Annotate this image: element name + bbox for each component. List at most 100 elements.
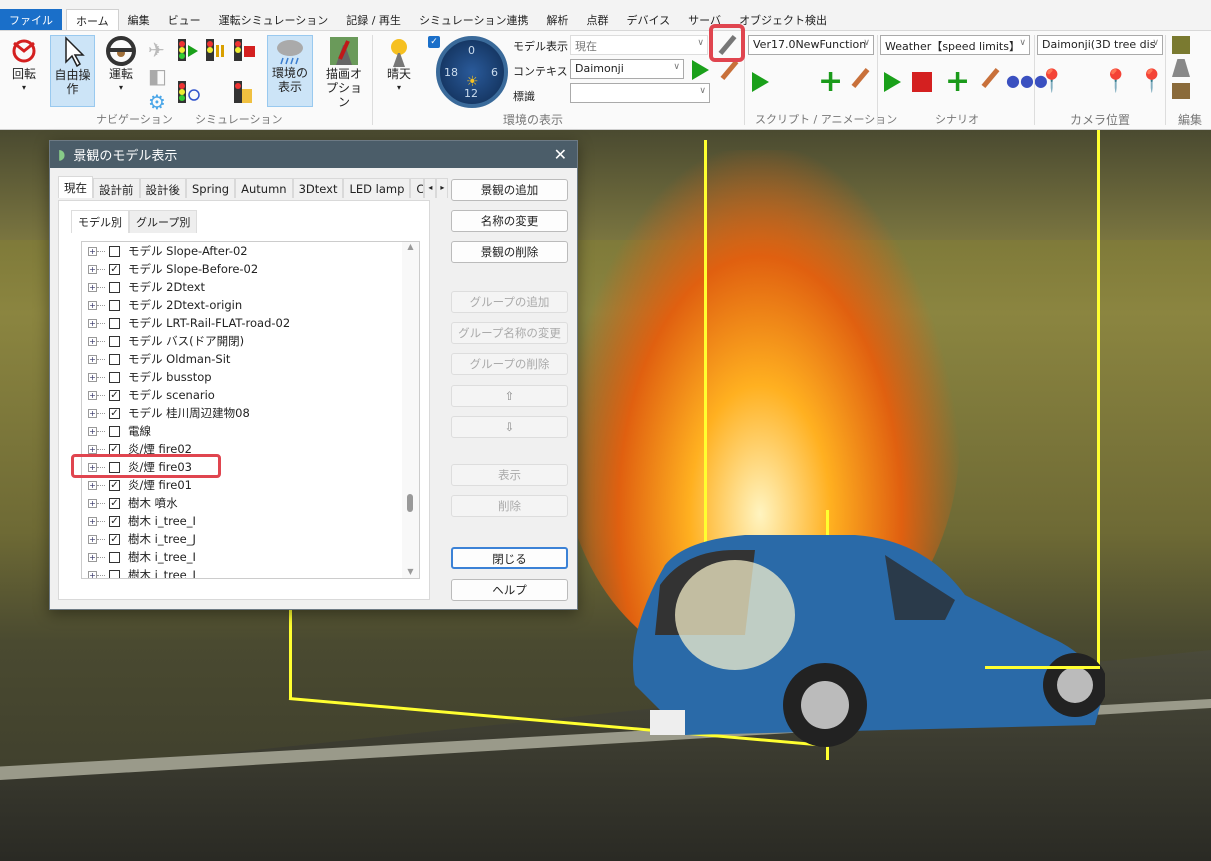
script-add-icon[interactable]: + <box>818 67 843 97</box>
script-select[interactable]: Ver17.0NewFunction ∨ <box>748 35 874 55</box>
edit-terrain-icon[interactable] <box>1172 36 1190 54</box>
visibility-checkbox[interactable] <box>109 353 120 365</box>
expand-icon[interactable]: + <box>88 336 97 346</box>
visibility-checkbox[interactable]: ✓ <box>109 263 120 275</box>
camera-select[interactable]: Daimonji(3D tree dis ∨ <box>1037 35 1163 55</box>
tab-sim-link[interactable]: シミュレーション連携 <box>410 9 538 30</box>
tab-view[interactable]: ビュー <box>159 9 210 30</box>
expand-icon[interactable]: + <box>88 372 97 382</box>
context-select[interactable]: Daimonji ∨ <box>570 59 684 79</box>
tab-current[interactable]: 現在 <box>58 176 93 198</box>
visibility-checkbox[interactable] <box>109 317 120 329</box>
tab-3dtext[interactable]: 3Dtext <box>292 178 344 198</box>
model-display-select[interactable]: 現在 ∨ <box>570 35 708 55</box>
tab-drive-sim[interactable]: 運転シミュレーション <box>210 9 338 30</box>
traffic-light-icons[interactable] <box>178 37 268 107</box>
tree-item[interactable]: + ✓ 炎/煙 fire01 <box>82 476 419 494</box>
sim-small-icons[interactable]: ✈ ◧ ⚙ <box>148 37 167 115</box>
tree-item[interactable]: + 樹木 i_tree_I <box>82 548 419 566</box>
time-clock[interactable]: 0 6 12 18 ☀ <box>436 36 508 108</box>
tree-item[interactable]: + モデル Oldman-Sit <box>82 350 419 368</box>
visibility-checkbox[interactable]: ✓ <box>109 389 120 401</box>
camera-edit-icon[interactable]: 📍 <box>1138 69 1165 94</box>
weather-button[interactable]: 晴天 ▾ <box>378 35 420 107</box>
subtab-by-group[interactable]: グループ別 <box>129 210 198 233</box>
tree-item[interactable]: + モデル busstop <box>82 368 419 386</box>
visibility-checkbox[interactable] <box>109 281 120 293</box>
add-group-button[interactable]: グループの追加 <box>451 291 568 313</box>
tab-scroll-right-icon[interactable]: ▸ <box>436 178 449 198</box>
tab-autumn[interactable]: Autumn <box>235 178 293 198</box>
visibility-checkbox[interactable]: ✓ <box>109 497 120 509</box>
add-scene-button[interactable]: 景観の追加 <box>451 179 568 201</box>
delete-group-button[interactable]: グループの削除 <box>451 353 568 375</box>
expand-icon[interactable]: + <box>88 534 97 544</box>
scenario-select[interactable]: Weather【speed limits】 ∨ <box>880 35 1030 55</box>
visibility-checkbox[interactable] <box>109 425 120 437</box>
car-model[interactable] <box>625 525 1105 755</box>
tab-after-design[interactable]: 設計後 <box>139 178 186 198</box>
tree-item[interactable]: + ✓ モデル Slope-Before-02 <box>82 260 419 278</box>
visibility-checkbox[interactable]: ✓ <box>109 407 120 419</box>
rename-button[interactable]: 名称の変更 <box>451 210 568 232</box>
visibility-checkbox[interactable]: ✓ <box>109 533 120 545</box>
free-operation-button[interactable]: 自由操作 <box>50 35 95 107</box>
help-button[interactable]: ヘルプ <box>451 579 568 601</box>
move-up-button[interactable]: ⇧ <box>451 385 568 407</box>
rotate-button[interactable]: 回転 ▾ <box>6 35 42 105</box>
expand-icon[interactable]: + <box>88 444 97 454</box>
expand-icon[interactable]: + <box>88 480 97 490</box>
camera-save-icon[interactable]: 📍 <box>1038 69 1065 94</box>
tree-item[interactable]: + ✓ モデル scenario <box>82 386 419 404</box>
tab-led-lamp[interactable]: LED lamp <box>343 178 411 198</box>
close-icon[interactable]: ✕ <box>554 145 567 164</box>
tab-analysis[interactable]: 解析 <box>538 9 578 30</box>
expand-icon[interactable]: + <box>88 408 97 418</box>
expand-icon[interactable]: + <box>88 246 97 256</box>
tree-item[interactable]: + モデル 2Dtext <box>82 278 419 296</box>
tree-item[interactable]: + ✓ 樹木 i_tree_J <box>82 530 419 548</box>
expand-icon[interactable]: + <box>88 318 97 328</box>
context-play-icon[interactable] <box>692 60 709 80</box>
visibility-checkbox[interactable]: ✓ <box>109 515 120 527</box>
tree-item[interactable]: + ✓ 樹木 i_tree_I <box>82 512 419 530</box>
tree-item[interactable]: + モデル LRT-Rail-FLAT-road-02 <box>82 314 419 332</box>
tab-before-design[interactable]: 設計前 <box>93 178 140 198</box>
visibility-checkbox[interactable] <box>109 551 120 563</box>
scenario-stop-icon[interactable] <box>912 72 932 92</box>
expand-icon[interactable]: + <box>88 300 97 310</box>
visibility-checkbox[interactable] <box>109 245 120 257</box>
move-down-button[interactable]: ⇩ <box>451 416 568 438</box>
expand-icon[interactable]: + <box>88 390 97 400</box>
scenario-edit-pencil-icon[interactable] <box>981 67 1000 89</box>
visibility-checkbox[interactable]: ✓ <box>109 443 120 455</box>
tab-record[interactable]: 記録 / 再生 <box>337 9 410 30</box>
tree-item[interactable]: + モデル バス(ドア開閉) <box>82 332 419 350</box>
environment-display-button[interactable]: 環境の表示 <box>267 35 313 107</box>
context-edit-pencil-icon[interactable] <box>720 59 739 81</box>
tree-item[interactable]: + モデル Slope-After-02 <box>82 242 419 260</box>
close-button[interactable]: 閉じる <box>451 547 568 569</box>
tree-item[interactable]: + ✓ モデル 桂川周辺建物08 <box>82 404 419 422</box>
tab-pointcloud[interactable]: 点群 <box>578 9 618 30</box>
tree-item[interactable]: + 樹木 i_tree_J <box>82 566 419 578</box>
expand-icon[interactable]: + <box>88 264 97 274</box>
tab-scroll-left-icon[interactable]: ◂ <box>424 178 437 198</box>
camera-add-icon[interactable]: 📍 <box>1102 69 1129 94</box>
expand-icon[interactable]: + <box>88 282 97 292</box>
delete-scene-button[interactable]: 景観の削除 <box>451 241 568 263</box>
tab-device[interactable]: デバイス <box>618 9 680 30</box>
expand-icon[interactable]: + <box>88 426 97 436</box>
model-tree[interactable]: ▲ ▼ + モデル Slope-After-02 + ✓ モデル Slope-Before… <box>81 241 420 579</box>
show-button[interactable]: 表示 <box>451 464 568 486</box>
sign-select[interactable]: ∨ <box>570 83 710 103</box>
visibility-checkbox[interactable] <box>109 371 120 383</box>
expand-icon[interactable]: + <box>88 552 97 562</box>
tree-item[interactable]: + ✓ 樹木 噴水 <box>82 494 419 512</box>
scenario-play-icon[interactable] <box>884 72 901 92</box>
tab-c[interactable]: C <box>410 178 425 198</box>
expand-icon[interactable]: + <box>88 570 97 578</box>
visibility-checkbox[interactable] <box>109 299 120 311</box>
script-edit-pencil-icon[interactable] <box>851 67 870 89</box>
expand-icon[interactable]: + <box>88 516 97 526</box>
